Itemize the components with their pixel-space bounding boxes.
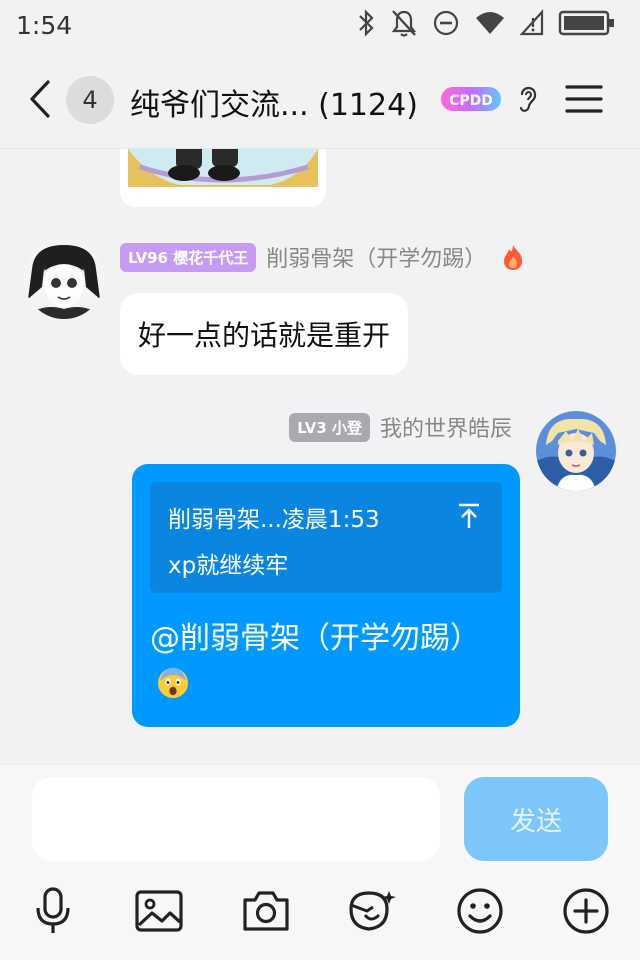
jump-to-quote-icon[interactable] (456, 502, 482, 530)
nav-bar: 4 纯爷们交流... (1124) CPDD (0, 50, 640, 148)
status-bar: 1:54 (0, 0, 640, 50)
chat-title[interactable]: 纯爷们交流... (1124) (130, 80, 418, 124)
menu-icon[interactable] (564, 82, 604, 116)
quote-text: xp就继续牢 (168, 553, 289, 579)
back-icon[interactable] (24, 78, 58, 120)
emoji-button[interactable] (452, 883, 508, 939)
image-button[interactable] (131, 883, 187, 939)
status-time: 1:54 (16, 10, 73, 40)
message-bubble[interactable]: 好一点的话就是重开 (120, 293, 409, 375)
unread-badge[interactable]: 4 (66, 76, 114, 124)
message-bubble-reply[interactable]: 削弱骨架...凌晨1:53 xp就继续牢 @削弱骨架（开学勿踢） (132, 464, 520, 727)
avatar-image (24, 239, 104, 319)
sticker-image (120, 149, 326, 207)
avatar[interactable] (24, 239, 104, 319)
microphone-icon (36, 887, 70, 933)
sender-name[interactable]: 削弱骨架（开学勿踢） (266, 241, 486, 273)
emoji-icon (457, 888, 503, 934)
bluetooth-icon (359, 9, 374, 37)
sender-row: LV96 樱花千代王 削弱骨架（开学勿踢） (120, 241, 526, 273)
ear-icon[interactable] (514, 82, 542, 116)
quote-header: 削弱骨架...凌晨1:53 (168, 507, 380, 533)
sticker-icon (349, 891, 396, 931)
input-area: 发送 (0, 764, 640, 960)
cpdd-badge-icon: CPDD (441, 87, 501, 111)
do-not-disturb-icon (433, 10, 459, 36)
message-input[interactable] (32, 777, 440, 861)
plus-icon (563, 888, 609, 934)
camera-button[interactable] (238, 883, 294, 939)
send-button[interactable]: 发送 (464, 777, 608, 861)
level-badge: LV96 樱花千代王 (120, 242, 257, 272)
chat-area[interactable]: LV96 樱花千代王 削弱骨架（开学勿踢） 好一点的话就是重开 LV3 小登 我… (0, 149, 640, 764)
battery-icon (558, 10, 614, 36)
sticker-button[interactable] (343, 883, 399, 939)
shocked-emoji-icon (158, 667, 188, 698)
quoted-message[interactable]: 削弱骨架...凌晨1:53 xp就继续牢 (150, 482, 502, 593)
avatar-image (536, 411, 616, 491)
sender-row: LV3 小登 我的世界皓辰 (289, 411, 512, 443)
plus-button[interactable] (558, 883, 614, 939)
sender-name[interactable]: 我的世界皓辰 (380, 411, 512, 443)
status-icons (356, 8, 616, 38)
camera-icon (243, 891, 289, 931)
reply-text-container: @削弱骨架（开学勿踢） (150, 616, 490, 706)
avatar[interactable] (536, 411, 616, 491)
microphone-button[interactable] (25, 883, 81, 939)
wifi-icon (476, 12, 504, 34)
signal-icon (520, 9, 544, 36)
input-toolbar (0, 883, 640, 939)
fire-icon (504, 245, 523, 270)
reply-text: @削弱骨架（开学勿踢） (150, 621, 480, 656)
image-message[interactable] (120, 149, 326, 207)
mute-icon (391, 10, 417, 37)
image-icon (135, 890, 183, 932)
cpdd-badge-text: CPDD (449, 93, 493, 109)
level-badge: LV3 小登 (289, 412, 370, 442)
